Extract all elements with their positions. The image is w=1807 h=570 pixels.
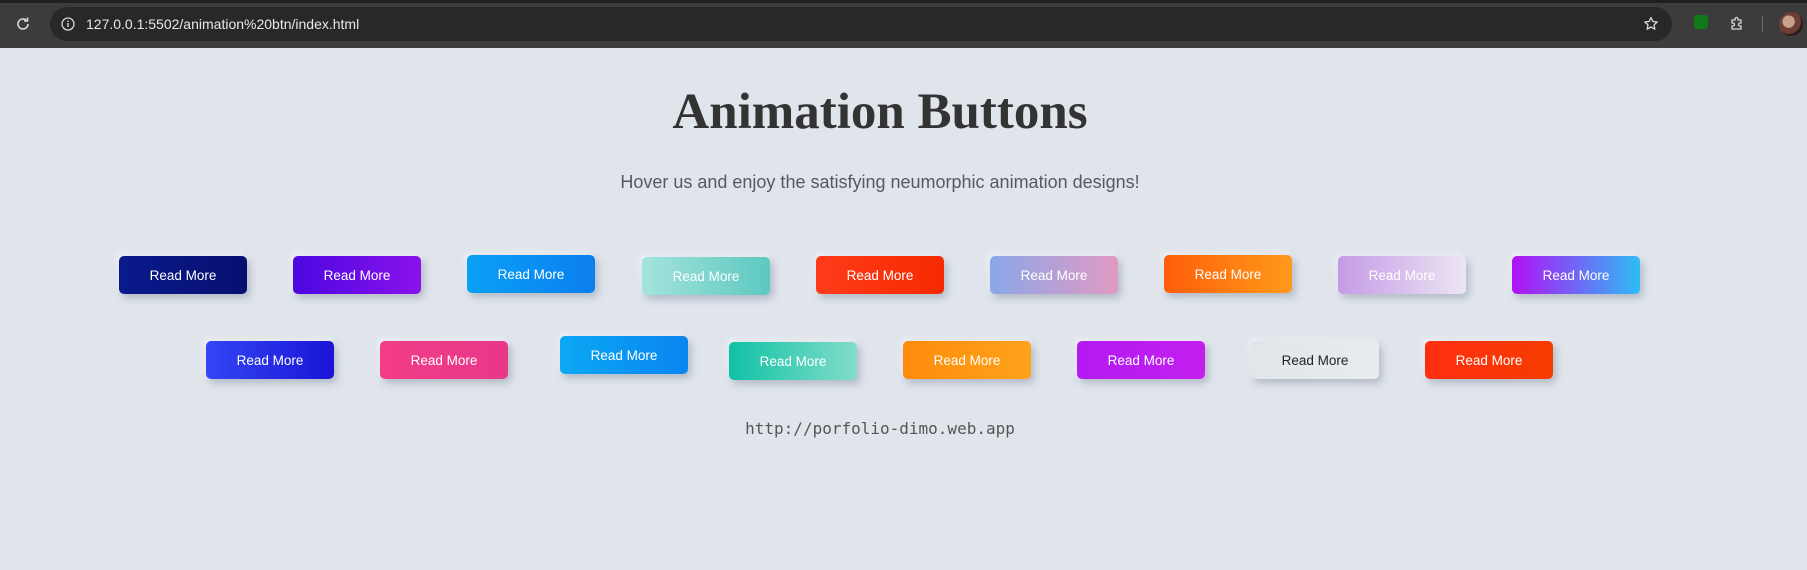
read-more-label: Read More — [590, 347, 658, 363]
read-more-button[interactable]: Read More — [1425, 341, 1553, 379]
read-more-label: Read More — [1194, 266, 1262, 282]
read-more-label: Read More — [1368, 267, 1436, 283]
read-more-button[interactable]: Read More — [816, 256, 944, 294]
portfolio-link[interactable]: http://porfolio-dimo.web.app — [0, 418, 1760, 440]
read-more-label: Read More — [149, 267, 217, 283]
read-more-button[interactable]: Read More — [206, 341, 334, 379]
tab-strip — [0, 0, 1807, 3]
browser-toolbar: 127.0.0.1:5502/animation%20btn/index.htm… — [0, 0, 1807, 48]
read-more-button[interactable]: Read More — [1164, 255, 1292, 293]
read-more-label: Read More — [236, 352, 304, 368]
read-more-button[interactable]: Read More — [729, 342, 857, 380]
read-more-label: Read More — [933, 352, 1001, 368]
site-info-icon[interactable] — [58, 14, 78, 34]
url-text[interactable]: 127.0.0.1:5502/animation%20btn/index.htm… — [86, 14, 359, 34]
read-more-button[interactable]: Read More — [903, 341, 1031, 379]
read-more-label: Read More — [410, 352, 478, 368]
read-more-label: Read More — [672, 268, 740, 284]
read-more-label: Read More — [846, 267, 914, 283]
read-more-label: Read More — [1455, 352, 1523, 368]
read-more-button[interactable]: Read More — [642, 257, 770, 295]
extension-icon[interactable] — [1694, 15, 1708, 29]
read-more-label: Read More — [323, 267, 391, 283]
read-more-label: Read More — [497, 266, 565, 282]
read-more-button[interactable]: Read More — [1338, 256, 1466, 294]
read-more-button[interactable]: Read More — [1251, 341, 1379, 379]
toolbar-divider — [1762, 16, 1763, 32]
profile-avatar[interactable] — [1779, 12, 1803, 36]
read-more-label: Read More — [759, 353, 827, 369]
read-more-button[interactable]: Read More — [293, 256, 421, 294]
page-subtitle: Hover us and enjoy the satisfying neumor… — [620, 172, 1140, 192]
reload-icon[interactable] — [12, 13, 34, 35]
read-more-button[interactable]: Read More — [119, 256, 247, 294]
bookmark-star-icon[interactable] — [1640, 13, 1662, 35]
read-more-label: Read More — [1542, 267, 1610, 283]
read-more-button[interactable]: Read More — [990, 256, 1118, 294]
read-more-button[interactable]: Read More — [467, 255, 595, 293]
page-title: Animation Buttons — [672, 84, 1088, 140]
extensions-puzzle-icon[interactable] — [1726, 13, 1748, 35]
read-more-label: Read More — [1281, 352, 1349, 368]
read-more-label: Read More — [1020, 267, 1088, 283]
read-more-label: Read More — [1107, 352, 1175, 368]
read-more-button[interactable]: Read More — [1512, 256, 1640, 294]
read-more-button[interactable]: Read More — [560, 336, 688, 374]
read-more-button[interactable]: Read More — [1077, 341, 1205, 379]
read-more-button[interactable]: Read More — [380, 341, 508, 379]
